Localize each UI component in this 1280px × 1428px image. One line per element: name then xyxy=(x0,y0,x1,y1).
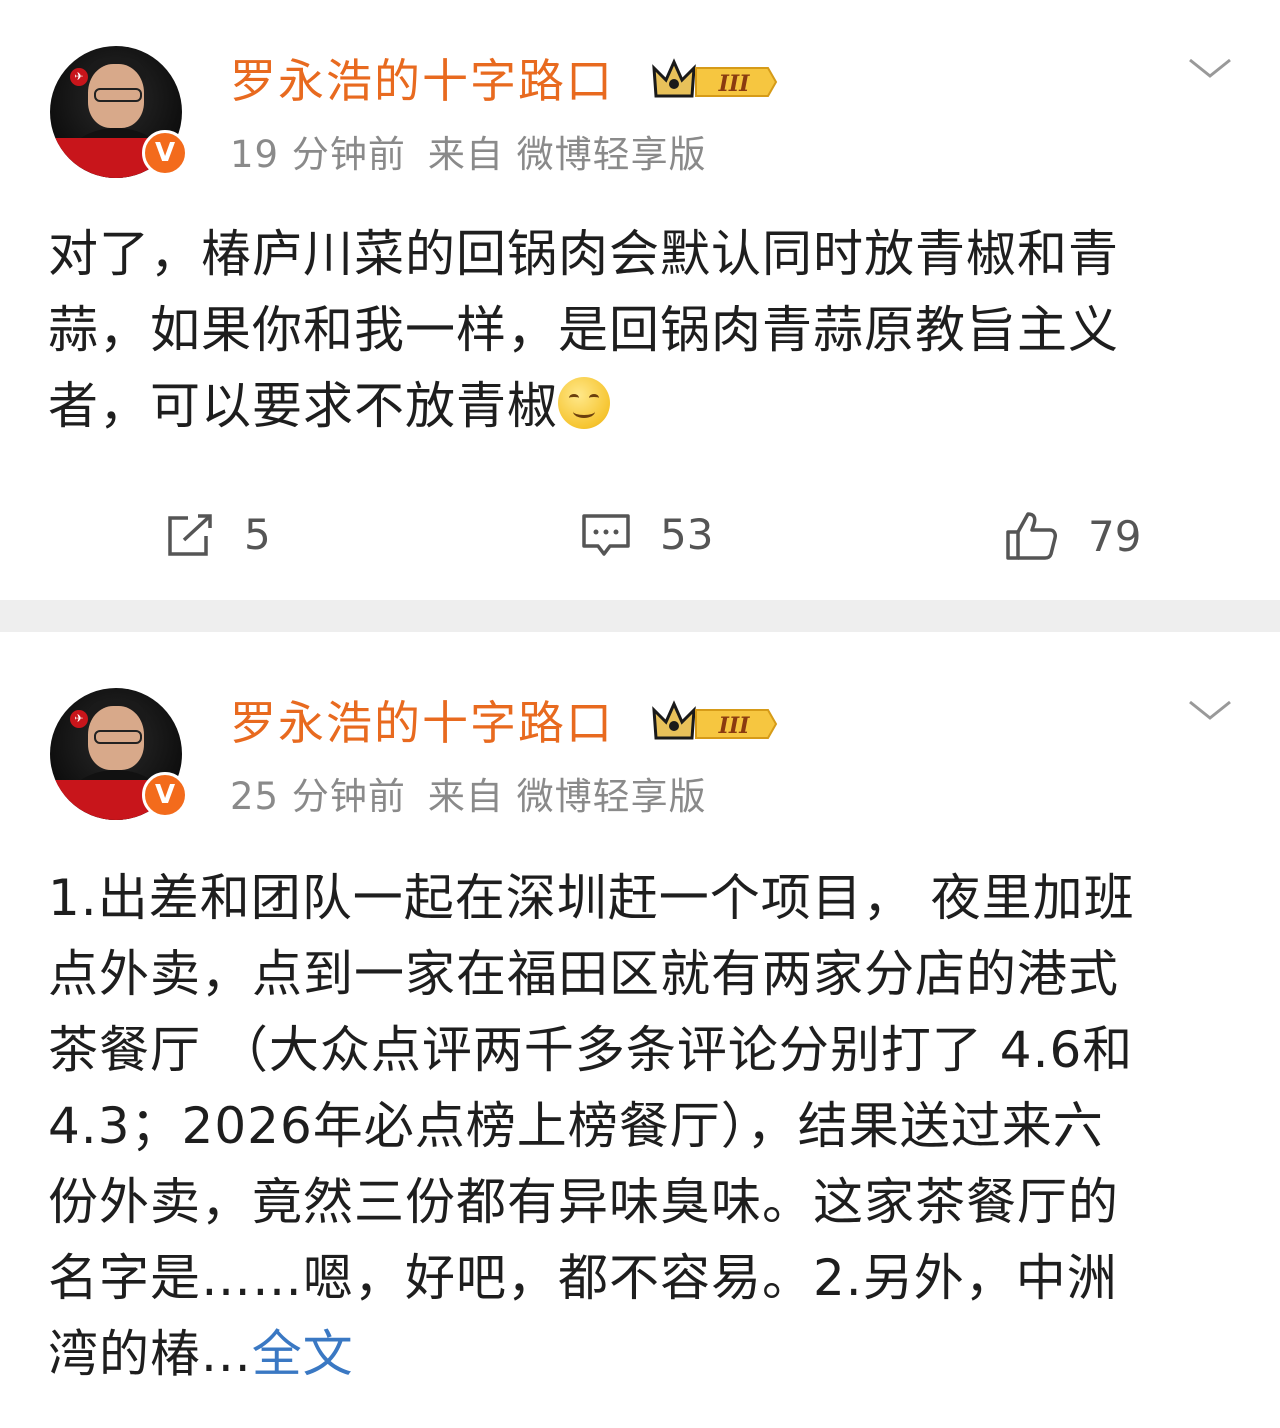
post-divider xyxy=(0,600,1280,632)
repost-icon xyxy=(168,513,212,556)
smile-emoji-icon xyxy=(558,377,610,429)
post-source: 来自 微博轻享版 xyxy=(427,133,707,176)
post-line: 名字是……嗯，好吧，都不容易。2.另外，中洲 xyxy=(48,1249,1118,1307)
chevron-down-icon[interactable] xyxy=(1188,56,1232,80)
channel-logo-icon: ✈ xyxy=(70,710,88,728)
vip-crown-icon: III xyxy=(652,58,778,98)
post-time: 25 分钟前 xyxy=(230,775,406,818)
repost-count: 5 xyxy=(244,510,271,559)
like-button[interactable]: 79 xyxy=(1004,510,1141,562)
post-text: 对了，椿庐川菜的回锅肉会默认同时放青椒和青蒜，如果你和我一样，是回锅肉青蒜原教旨… xyxy=(48,216,1208,444)
post-text: 1.出差和团队一起在深圳赶一个项目， 夜里加班 点外卖，点到一家在福田区就有两家… xyxy=(48,860,1208,1392)
post-line: 1.出差和团队一起在深圳赶一个项目， 夜里加班 xyxy=(48,869,1135,927)
weibo-post-2: ✈ V 罗永浩的十字路口 III 25 分钟前 来自 微博轻享版 1.出差和团队一… xyxy=(0,632,1280,1428)
weibo-post-1: ✈ V 罗永浩的十字路口 III 19 分钟前 来自 微博轻享版 对了，椿庐川菜的… xyxy=(0,0,1280,600)
comment-count: 53 xyxy=(660,510,714,559)
chevron-down-icon[interactable] xyxy=(1188,698,1232,722)
channel-logo-icon: ✈ xyxy=(70,68,88,86)
avatar[interactable]: ✈ V xyxy=(50,688,188,820)
repost-button[interactable]: 5 xyxy=(166,510,271,559)
username[interactable]: 罗永浩的十字路口 xyxy=(230,58,614,104)
rank-label: III xyxy=(718,713,751,739)
comment-button[interactable]: 53 xyxy=(580,510,713,559)
username[interactable]: 罗永浩的十字路口 xyxy=(230,700,614,746)
comment-icon xyxy=(582,513,630,556)
post-line: 湾的椿... xyxy=(48,1325,252,1383)
verified-badge-icon: V xyxy=(142,130,188,176)
post-line: 点外卖，点到一家在福田区就有两家分店的港式 xyxy=(48,945,1119,1003)
post-line-last: 湾的椿...全文 xyxy=(48,1316,1208,1392)
post-time: 19 分钟前 xyxy=(230,133,406,176)
verified-badge-icon: V xyxy=(142,772,188,818)
post-line: 茶餐厅 （大众点评两千多条评论分别打了 4.6和 xyxy=(48,1021,1134,1079)
vip-crown-icon: III xyxy=(652,700,778,740)
like-count: 79 xyxy=(1088,511,1142,561)
post-meta: 25 分钟前 来自 微博轻享版 xyxy=(230,778,707,815)
post-source: 来自 微博轻享版 xyxy=(427,775,707,818)
action-bar: 5 53 79 xyxy=(0,510,1280,570)
post-line: 份外卖，竟然三份都有异味臭味。这家茶餐厅的 xyxy=(48,1173,1119,1231)
thumbs-up-icon xyxy=(1006,512,1057,560)
rank-label: III xyxy=(718,71,751,97)
post-line: 4.3；2026年必点榜上榜餐厅），结果送过来六 xyxy=(48,1097,1104,1155)
post-meta: 19 分钟前 来自 微博轻享版 xyxy=(230,136,707,173)
avatar[interactable]: ✈ V xyxy=(50,46,188,178)
full-text-link[interactable]: 全文 xyxy=(252,1325,354,1383)
